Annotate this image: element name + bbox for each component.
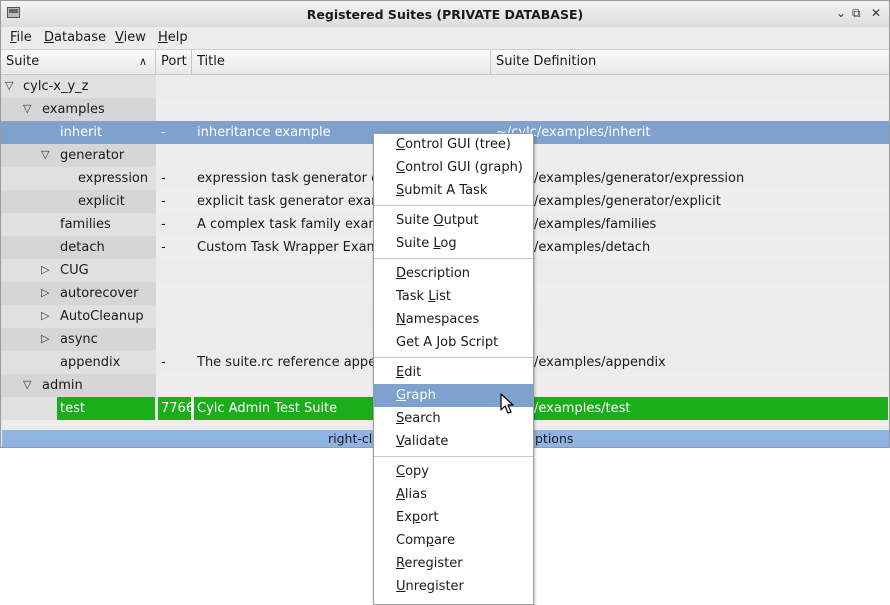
menu-separator	[374, 258, 533, 259]
suite-definition: /examples/appendix	[534, 355, 666, 370]
expander-closed-icon[interactable]: ▷	[41, 332, 49, 345]
menu-item-unregister[interactable]: Unregister	[374, 575, 533, 598]
expander-open-icon[interactable]: ▽	[23, 102, 31, 115]
suite-title: expression task generator exa	[197, 171, 395, 186]
menu-item-namespaces[interactable]: Namespaces	[374, 308, 533, 331]
close-icon[interactable]: ✕	[871, 6, 881, 20]
maximize-icon[interactable]: ⧉	[852, 6, 861, 21]
expander-open-icon[interactable]: ▽	[41, 148, 49, 161]
suite-port: -	[161, 125, 166, 140]
column-header: Suite ∧ Port Title Suite Definition	[1, 50, 889, 75]
suite-definition: /examples/detach	[534, 240, 651, 255]
suite-title: Cylc Admin Test Suite	[197, 401, 338, 416]
menu-item-edit[interactable]: Edit	[374, 361, 533, 384]
mouse-pointer-icon	[500, 393, 514, 414]
suite-title: The suite.rc reference appendi	[197, 355, 397, 370]
column-title[interactable]: Title	[192, 50, 491, 74]
table-row[interactable]: ▽ examples	[1, 98, 889, 121]
menu-separator	[374, 357, 533, 358]
column-port[interactable]: Port	[156, 50, 192, 74]
menu-help[interactable]: Help	[158, 30, 188, 45]
menu-database[interactable]: Database	[44, 30, 106, 45]
expander-closed-icon[interactable]: ▷	[41, 309, 49, 322]
suite-name: generator	[60, 148, 125, 163]
suite-port: -	[161, 194, 166, 209]
suite-name: admin	[42, 378, 83, 393]
suite-name: async	[60, 332, 98, 347]
chevron-up-icon: ∧	[138, 55, 147, 68]
menu-view[interactable]: View	[115, 30, 146, 45]
status-text-right: ptions	[535, 431, 574, 446]
suite-definition: /examples/generator/explicit	[534, 194, 721, 209]
column-suite-definition[interactable]: Suite Definition	[491, 50, 889, 74]
suite-title: A complex task family exampl	[197, 217, 393, 232]
suite-name: examples	[42, 102, 105, 117]
suite-name: appendix	[60, 355, 121, 370]
menu-item-description[interactable]: Description	[374, 262, 533, 285]
menu-item-suite-output[interactable]: Suite Output	[374, 209, 533, 232]
menu-separator	[374, 456, 533, 457]
menu-item-task-list[interactable]: Task List	[374, 285, 533, 308]
suite-title: Custom Task Wrapper Examp	[197, 240, 388, 255]
suite-port: -	[161, 171, 166, 186]
suite-name: CUG	[60, 263, 89, 278]
menu-item-submit-task[interactable]: Submit A Task	[374, 179, 533, 202]
suite-name: test	[60, 401, 85, 416]
menu-item-validate[interactable]: Validate	[374, 430, 533, 453]
menu-bar: File Database View Help	[1, 27, 889, 50]
suite-port: -	[161, 240, 166, 255]
suite-name: autorecover	[60, 286, 139, 301]
menu-item-suite-log[interactable]: Suite Log	[374, 232, 533, 255]
suite-definition: /examples/families	[534, 217, 657, 232]
suite-definition: /examples/test	[534, 401, 631, 416]
menu-separator	[374, 205, 533, 206]
expander-closed-icon[interactable]: ▷	[41, 263, 49, 276]
suite-definition: /examples/generator/expression	[534, 171, 745, 186]
menu-item-reregister[interactable]: Reregister	[374, 552, 533, 575]
suite-name: explicit	[78, 194, 125, 209]
expander-open-icon[interactable]: ▽	[23, 378, 31, 391]
window-title: Registered Suites (PRIVATE DATABASE)	[306, 7, 584, 22]
column-suite[interactable]: Suite ∧	[1, 50, 156, 74]
expander-open-icon[interactable]: ▽	[5, 79, 13, 92]
menu-item-copy[interactable]: Copy	[374, 460, 533, 483]
menu-item-export[interactable]: Export	[374, 506, 533, 529]
suite-name: families	[60, 217, 111, 232]
menu-file[interactable]: File	[10, 30, 32, 45]
context-menu: Control GUI (tree) Control GUI (graph) S…	[373, 133, 534, 605]
title-bar[interactable]: Registered Suites (PRIVATE DATABASE) ⌄ ⧉…	[1, 1, 889, 28]
menu-item-alias[interactable]: Alias	[374, 483, 533, 506]
suite-port: -	[161, 355, 166, 370]
suite-port: 7766	[161, 401, 195, 416]
suite-name: AutoCleanup	[60, 309, 144, 324]
menu-item-control-gui-tree[interactable]: Control GUI (tree)	[374, 133, 533, 156]
menu-item-compare[interactable]: Compare	[374, 529, 533, 552]
menu-item-control-gui-graph[interactable]: Control GUI (graph)	[374, 156, 533, 179]
menu-item-get-job-script[interactable]: Get A Job Script	[374, 331, 533, 354]
suite-port: -	[161, 217, 166, 232]
suite-title: inheritance example	[197, 125, 331, 140]
suite-name: inherit	[60, 125, 103, 140]
minimize-icon[interactable]: ⌄	[836, 6, 846, 20]
suite-name: detach	[60, 240, 105, 255]
suite-name: cylc-x_y_z	[23, 79, 89, 94]
suite-name: expression	[78, 171, 149, 186]
table-row[interactable]: ▽ cylc-x_y_z	[1, 75, 889, 98]
expander-closed-icon[interactable]: ▷	[41, 286, 49, 299]
